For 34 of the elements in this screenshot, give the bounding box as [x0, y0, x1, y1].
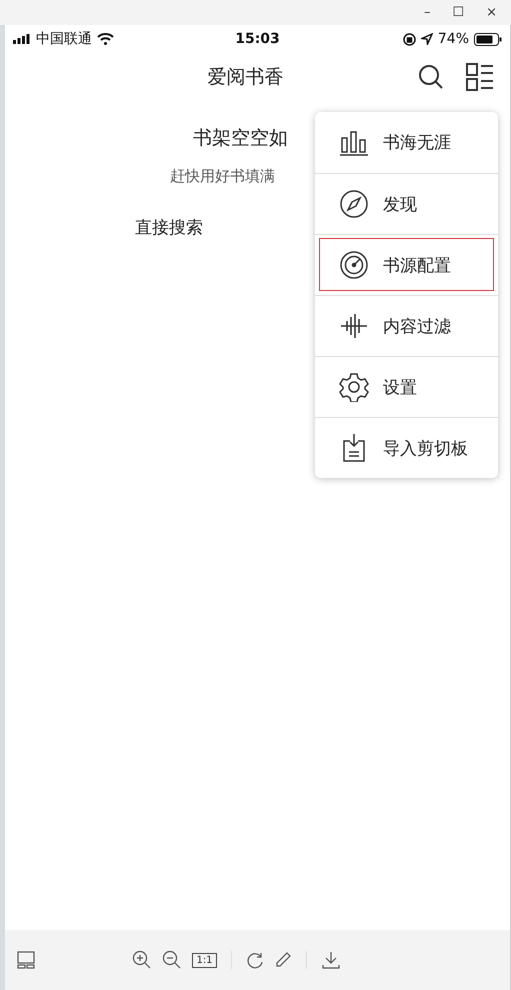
menu-item[interactable]: 书海无涯: [315, 112, 498, 173]
action-link[interactable]: 直接搜索: [135, 216, 203, 239]
settings-icon: [339, 372, 369, 402]
menu-item[interactable]: 设置: [315, 356, 498, 417]
actual-size-button[interactable]: 1:1: [192, 952, 217, 968]
battery-icon: [474, 32, 502, 46]
gauge-icon: [339, 250, 369, 280]
app-title: 爱阅书香: [206, 65, 284, 90]
menu-item[interactable]: 书源配置: [315, 234, 498, 295]
zoom-in-button[interactable]: [132, 950, 152, 970]
thumbnails-button[interactable]: [17, 951, 35, 969]
edit-button[interactable]: [274, 951, 292, 969]
signal-icon: [13, 34, 31, 44]
window-control[interactable]: ☐: [448, 4, 468, 22]
menu-item[interactable]: 导入剪切板: [315, 417, 498, 478]
wifi-icon: [97, 33, 114, 45]
empty-shelf-title: 书架空空如: [193, 126, 288, 151]
waveform-icon: [339, 311, 369, 341]
menu-button[interactable]: [466, 63, 494, 91]
battery-percent: 74%: [438, 31, 470, 47]
rotate-button[interactable]: [246, 951, 264, 969]
empty-shelf-hint: 赶快用好书填满: [170, 167, 275, 186]
location-arrow-icon: [420, 33, 433, 45]
download-button[interactable]: [320, 950, 341, 970]
carrier-name: 中国联通: [36, 30, 92, 48]
window-control[interactable]: –: [420, 4, 434, 22]
search-button[interactable]: [418, 64, 444, 90]
rotation-lock-icon: [402, 32, 416, 46]
window-control[interactable]: ×: [482, 4, 501, 22]
menu-item[interactable]: 发现: [315, 173, 498, 234]
zoom-out-button[interactable]: [162, 950, 182, 970]
clock-time: 15:03: [235, 31, 280, 47]
menu-item[interactable]: 内容过滤: [315, 295, 498, 356]
compass-icon: [339, 189, 369, 219]
